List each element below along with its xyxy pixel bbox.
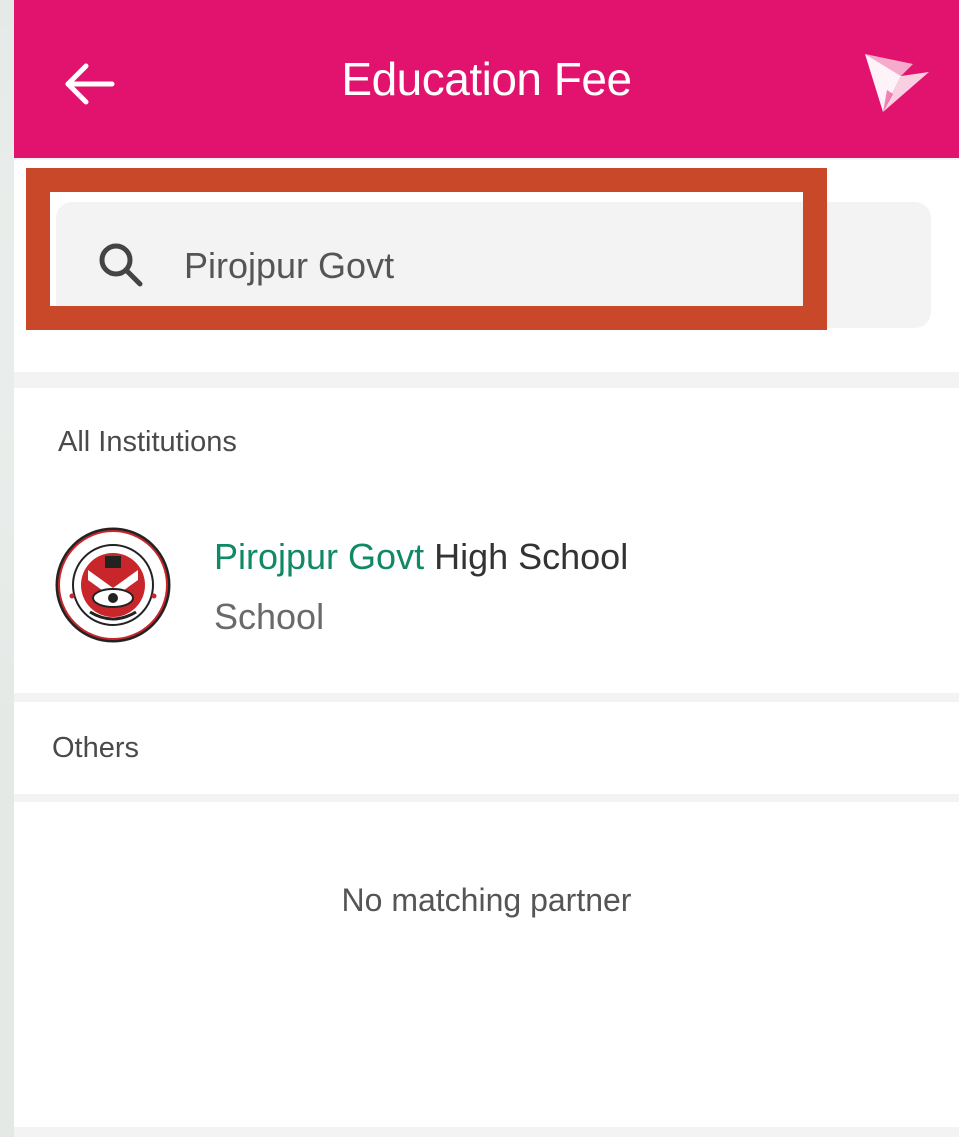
others-section-header: Others	[14, 702, 959, 794]
app-window: Education Fee All Institutions	[14, 0, 959, 1137]
institution-list-item[interactable]: Pirojpur Govt High School School	[14, 508, 959, 648]
all-institutions-section: All Institutions Pirojpur Govt High Scho…	[14, 388, 959, 693]
page-title: Education Fee	[341, 53, 632, 105]
school-crest-icon	[55, 527, 171, 643]
institution-name-match: Pirojpur Govt	[214, 536, 425, 577]
bkash-bird-icon	[861, 50, 931, 120]
institution-type: School	[214, 596, 325, 637]
section-heading-all-institutions: All Institutions	[58, 426, 237, 458]
others-section-body: No matching partner	[14, 802, 959, 1127]
search-icon	[99, 243, 143, 287]
institution-name-rest: High School	[424, 536, 629, 577]
search-input[interactable]	[182, 234, 886, 298]
search-section	[14, 160, 959, 372]
empty-state-message: No matching partner	[341, 882, 632, 918]
app-header: Education Fee	[14, 0, 959, 158]
search-box[interactable]	[56, 202, 931, 328]
section-heading-others: Others	[52, 732, 140, 764]
institution-name: Pirojpur Govt High School	[214, 536, 628, 578]
